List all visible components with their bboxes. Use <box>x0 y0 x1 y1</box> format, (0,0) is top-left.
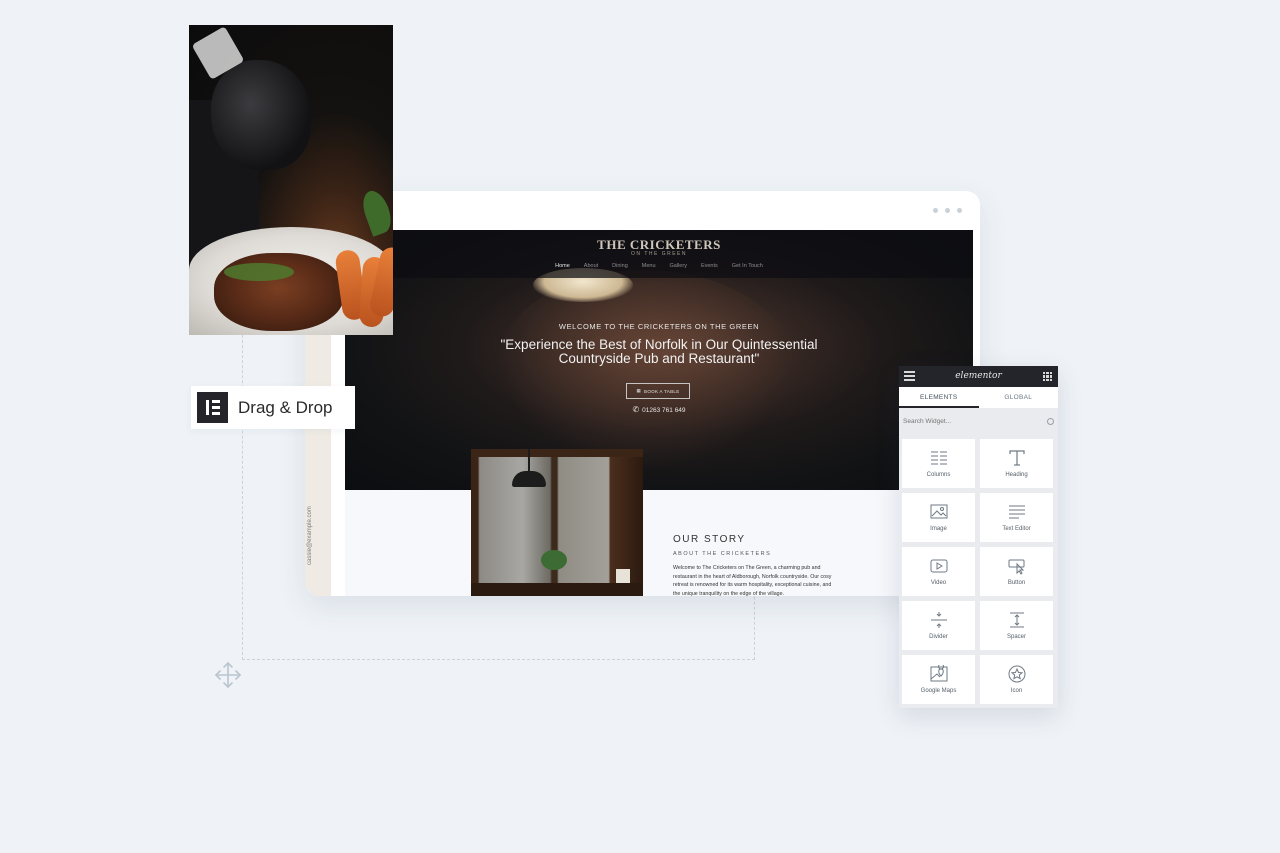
hero-welcome: WELCOME TO THE CRICKETERS ON THE GREEN <box>558 322 760 331</box>
button-icon <box>1008 559 1024 575</box>
widget-columns[interactable]: Columns <box>902 439 975 488</box>
widget-label: Button <box>1007 580 1026 586</box>
story-subtitle: ABOUT THE CRICKETERS <box>673 551 772 557</box>
widget-spacer[interactable]: Spacer <box>980 601 1053 650</box>
story-body: Welcome to The Cricketers on The Green, … <box>673 565 832 596</box>
phone-icon: ✆ <box>632 405 640 414</box>
pub-window-photo <box>471 449 643 596</box>
story-title: OUR STORY <box>673 534 746 545</box>
hero-steak-image <box>495 270 795 470</box>
widget-google-maps[interactable]: Google Maps <box>902 655 975 704</box>
nav-about[interactable]: About <box>584 263 598 269</box>
elementor-panel: elementor ELEMENTS GLOBAL Columns Headin… <box>899 366 1058 708</box>
widget-label: Heading <box>1005 472 1028 478</box>
elementor-logo-icon <box>197 392 228 423</box>
widget-label: Divider <box>929 634 948 640</box>
widget-label: Video <box>930 580 947 586</box>
search-icon[interactable] <box>1047 418 1054 425</box>
site-navbar: THE CRICKETERS ON THE GREEN Home About D… <box>345 230 973 278</box>
panel-tabs: ELEMENTS GLOBAL <box>899 387 1058 408</box>
website-preview-window: cassie@example.com THE CRICKETERS ON THE… <box>305 191 980 596</box>
nav-gallery[interactable]: Gallery <box>670 263 687 269</box>
tab-elements[interactable]: ELEMENTS <box>899 387 979 408</box>
side-email: cassie@example.com <box>307 506 313 565</box>
divider-icon <box>930 612 947 628</box>
panel-logo: elementor <box>955 371 1002 381</box>
nav-menu[interactable]: Menu <box>642 263 656 269</box>
image-icon <box>930 504 947 519</box>
panel-header: elementor <box>899 366 1058 387</box>
nav-home[interactable]: Home <box>555 263 570 269</box>
book-table-button[interactable]: ▦ BOOK A TABLE <box>626 383 690 399</box>
video-icon <box>930 559 947 573</box>
spacer-icon <box>1009 612 1024 628</box>
calendar-icon: ▦ <box>636 388 642 393</box>
columns-icon <box>930 451 947 465</box>
heading-icon <box>1008 450 1025 466</box>
website-page: THE CRICKETERS ON THE GREEN Home About D… <box>345 230 973 596</box>
widget-icon[interactable]: Icon <box>980 655 1053 704</box>
widget-grid: Columns Heading Image Text Editor Video … <box>902 439 1055 704</box>
google-maps-icon <box>930 665 947 682</box>
drag-drop-badge: Drag & Drop <box>191 386 355 429</box>
window-dots <box>933 208 962 213</box>
site-logo-subtitle: ON THE GREEN <box>631 251 687 257</box>
tab-global[interactable]: GLOBAL <box>979 387 1059 408</box>
nav-dining[interactable]: Dining <box>612 263 628 269</box>
drag-drop-label: Drag & Drop <box>238 397 333 417</box>
widget-label: Icon <box>1010 688 1023 694</box>
move-icon[interactable] <box>213 660 243 690</box>
widget-search <box>899 408 1058 435</box>
food-photo[interactable] <box>189 25 393 335</box>
site-nav: Home About Dining Menu Gallery Events Ge… <box>345 263 973 269</box>
widget-heading[interactable]: Heading <box>980 439 1053 488</box>
story-section <box>345 490 973 596</box>
apps-grid-icon[interactable] <box>1043 372 1052 381</box>
nav-events[interactable]: Events <box>701 263 718 269</box>
widget-label: Google Maps <box>920 688 957 694</box>
nav-get-in-touch[interactable]: Get In Touch <box>732 263 763 269</box>
phone-number: 01263 761 649 <box>642 407 686 414</box>
hero-section: THE CRICKETERS ON THE GREEN Home About D… <box>345 230 973 490</box>
book-table-label: BOOK A TABLE <box>644 388 680 394</box>
widget-image[interactable]: Image <box>902 493 975 542</box>
widget-video[interactable]: Video <box>902 547 975 596</box>
widget-label: Text Editor <box>1002 526 1031 532</box>
widget-divider[interactable]: Divider <box>902 601 975 650</box>
widget-text-editor[interactable]: Text Editor <box>980 493 1053 542</box>
text-editor-icon <box>1008 505 1025 519</box>
hero-headline: "Experience the Best of Norfolk in Our Q… <box>500 337 818 366</box>
widget-label: Image <box>930 526 947 532</box>
hero-phone[interactable]: ✆ 01263 761 649 <box>345 405 973 414</box>
widget-button[interactable]: Button <box>980 547 1053 596</box>
widget-label: Spacer <box>1006 634 1026 640</box>
widget-label: Columns <box>926 472 951 478</box>
star-icon <box>1008 665 1025 683</box>
widget-search-input[interactable] <box>903 418 1047 425</box>
